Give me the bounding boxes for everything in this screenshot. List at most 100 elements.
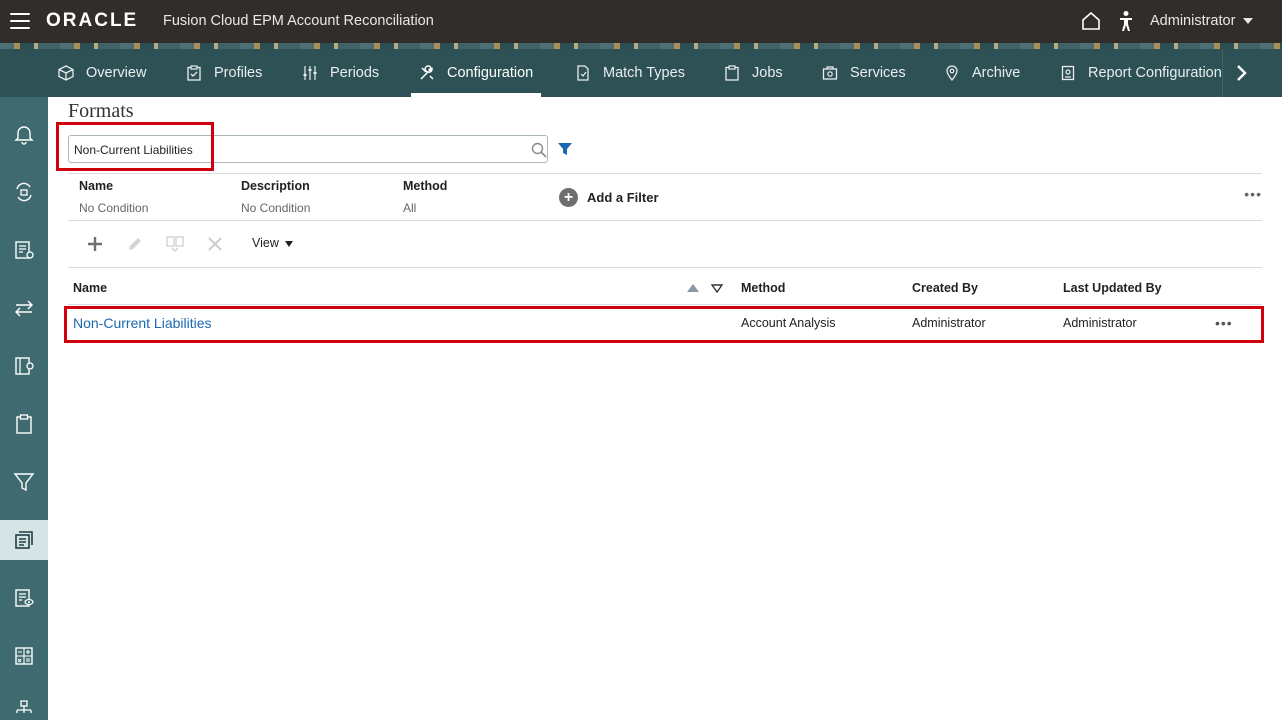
plus-circle-icon: + — [559, 188, 578, 207]
oracle-logo: ORACLE — [46, 10, 139, 31]
filter-label: Name — [79, 179, 114, 193]
tab-label: Match Types — [603, 65, 685, 81]
chevron-right-icon — [1237, 65, 1247, 81]
sort-ascending-icon[interactable] — [687, 284, 699, 292]
column-header-created-by[interactable]: Created By — [912, 281, 978, 295]
column-header-method[interactable]: Method — [741, 281, 785, 295]
formats-icon — [15, 531, 33, 549]
filter-icon[interactable] — [557, 141, 573, 157]
page-title: Formats — [68, 100, 134, 122]
filter-method[interactable]: Method All — [403, 179, 447, 215]
sort-descending-icon[interactable] — [711, 284, 723, 293]
filter-name[interactable]: Name No Condition — [79, 179, 148, 215]
row-created-by: Administrator — [912, 316, 986, 330]
filter-icon — [13, 473, 35, 492]
sidebar-item-workflow[interactable] — [0, 172, 48, 212]
filter-value: No Condition — [79, 201, 149, 215]
sidebar-item-notifications[interactable] — [0, 114, 48, 154]
main-content: Formats Name No Condition Description No… — [48, 97, 1282, 720]
search-icon[interactable] — [530, 141, 548, 159]
formats-table: Name Method Created By Last Updated By N… — [68, 267, 1262, 341]
edit-button[interactable] — [124, 233, 146, 255]
add-button[interactable] — [84, 233, 106, 255]
tab-configuration[interactable]: Configuration — [410, 49, 542, 97]
sidebar-item-hierarchy[interactable] — [0, 694, 48, 720]
tab-label: Configuration — [447, 65, 534, 81]
add-filter-button[interactable]: + Add a Filter — [559, 188, 659, 207]
tab-label: Profiles — [214, 65, 263, 81]
filter-more-icon[interactable]: ••• — [1244, 186, 1262, 202]
format-name-link[interactable]: Non-Current Liabilities — [73, 315, 212, 331]
left-sidebar — [0, 97, 48, 720]
clipboard-icon — [16, 414, 32, 434]
tab-overview[interactable]: Overview — [58, 49, 146, 97]
sidebar-item-calculator[interactable] — [0, 636, 48, 676]
list-view-icon — [15, 589, 34, 607]
app-title: Fusion Cloud EPM Account Reconciliation — [163, 13, 434, 29]
search-input[interactable] — [74, 140, 514, 160]
table-header: Name Method Created By Last Updated By — [68, 267, 1262, 305]
document-settings-icon — [15, 241, 34, 259]
filter-value: No Condition — [241, 201, 311, 215]
tab-label: Periods — [330, 65, 380, 81]
tab-profiles[interactable]: Profiles — [186, 49, 262, 97]
row-method: Account Analysis — [741, 316, 836, 330]
filter-panel: Name No Condition Description No Conditi… — [68, 173, 1262, 221]
view-menu-button[interactable]: View — [252, 236, 293, 250]
home-icon[interactable] — [1081, 11, 1101, 31]
sidebar-item-filters[interactable] — [0, 462, 48, 502]
sidebar-item-formats[interactable] — [0, 520, 48, 560]
tab-label: Jobs — [752, 65, 783, 81]
delete-button[interactable] — [204, 233, 226, 255]
tab-label: Overview — [86, 65, 147, 81]
services-icon — [822, 66, 838, 80]
map-pin-icon — [946, 65, 958, 81]
filter-label: Method — [403, 179, 448, 193]
filter-label: Description — [241, 179, 310, 193]
sidebar-item-clipboard[interactable] — [0, 404, 48, 444]
top-header: ORACLE Fusion Cloud EPM Account Reconcil… — [0, 0, 1282, 43]
cube-icon — [58, 65, 74, 81]
row-actions-icon[interactable]: ••• — [1215, 315, 1233, 331]
table-row[interactable]: Non-Current Liabilities Account Analysis… — [68, 305, 1262, 341]
workflow-icon — [16, 182, 32, 202]
tab-services[interactable]: Services — [822, 49, 906, 97]
chevron-down-icon[interactable] — [1243, 18, 1253, 24]
calculator-icon — [15, 647, 33, 665]
user-menu[interactable]: Administrator — [1150, 13, 1235, 29]
tab-label: Services — [850, 65, 906, 81]
tab-report-configuration[interactable]: Report Configuration — [1060, 49, 1222, 97]
search-box — [68, 135, 548, 163]
accessibility-user-icon[interactable] — [1117, 10, 1135, 32]
sidebar-item-transfer[interactable] — [0, 288, 48, 328]
hamburger-menu-icon[interactable] — [10, 13, 30, 29]
tab-label: Report Configuration — [1088, 65, 1222, 81]
column-header-last-updated-by[interactable]: Last Updated By — [1063, 281, 1162, 295]
hierarchy-icon — [16, 700, 32, 713]
tools-icon — [420, 65, 434, 80]
row-last-updated-by: Administrator — [1063, 316, 1137, 330]
tab-periods[interactable]: Periods — [302, 49, 379, 97]
clipboard-check-icon — [187, 65, 201, 81]
sidebar-item-list-view[interactable] — [0, 578, 48, 618]
toolbar: View — [68, 225, 1262, 265]
sliders-icon — [303, 66, 317, 80]
sidebar-item-report-settings[interactable] — [0, 346, 48, 386]
filter-description[interactable]: Description No Condition — [241, 179, 310, 215]
tab-match-types[interactable]: Match Types — [575, 49, 685, 97]
tab-label: Archive — [972, 65, 1021, 81]
report-icon — [1061, 65, 1075, 81]
clipboard-icon — [725, 65, 739, 81]
plus-icon — [88, 237, 102, 251]
nav-scroll-right-button[interactable] — [1222, 49, 1282, 97]
add-filter-label: Add a Filter — [587, 190, 659, 205]
column-header-name[interactable]: Name — [73, 281, 107, 295]
caret-down-icon — [284, 241, 293, 247]
report-settings-icon — [15, 357, 34, 375]
sidebar-item-document-settings[interactable] — [0, 230, 48, 270]
tab-jobs[interactable]: Jobs — [724, 49, 783, 97]
bell-icon — [14, 126, 34, 145]
duplicate-icon — [166, 236, 184, 252]
tab-archive[interactable]: Archive — [944, 49, 1020, 97]
duplicate-button[interactable] — [164, 233, 186, 255]
